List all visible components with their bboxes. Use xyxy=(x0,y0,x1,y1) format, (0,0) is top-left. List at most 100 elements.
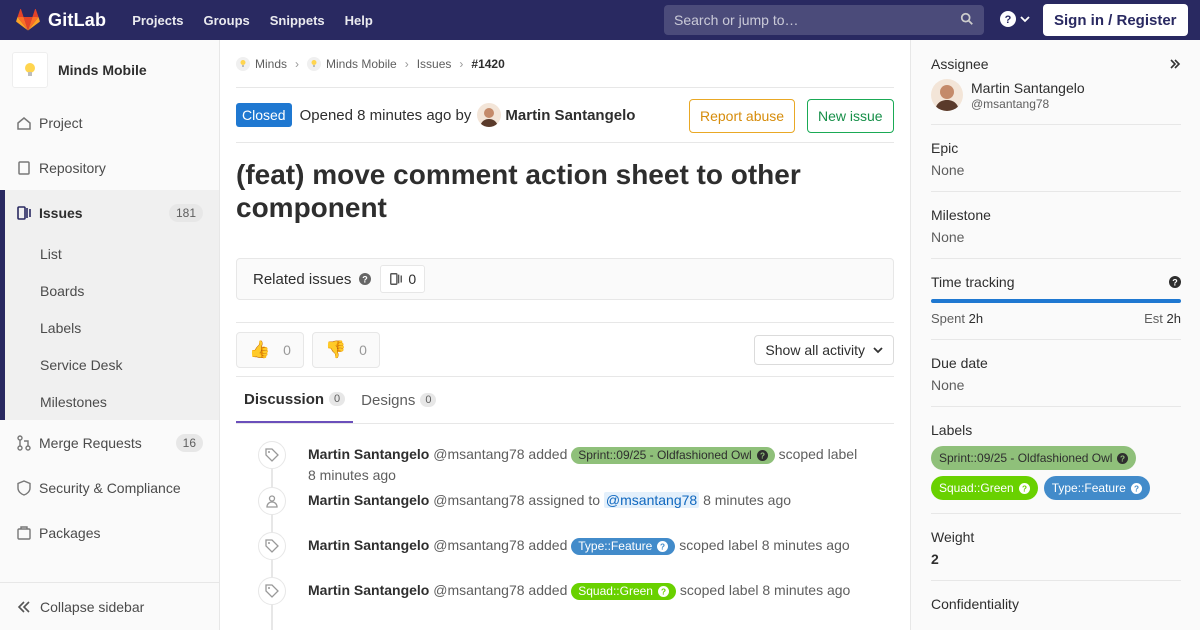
note-handle[interactable]: @msantang78 xyxy=(433,582,524,598)
gitlab-logo[interactable]: GitLab xyxy=(16,9,106,31)
double-chevron-right-icon[interactable] xyxy=(1169,58,1181,70)
tag-icon xyxy=(258,577,286,605)
breadcrumb-issues[interactable]: Issues xyxy=(417,57,452,71)
merge-icon xyxy=(17,434,31,451)
breadcrumb-minds-mobile[interactable]: Minds Mobile xyxy=(307,56,397,71)
svg-text:?: ? xyxy=(1134,484,1139,493)
subnav-boards[interactable]: Boards xyxy=(5,272,219,309)
labels-block: Labels Sprint::09/25 - Oldfashioned Owl … xyxy=(931,407,1181,514)
svg-text:?: ? xyxy=(1120,454,1125,463)
thumbs-down-icon: 👎 xyxy=(324,339,347,359)
note-time: 8 minutes ago xyxy=(762,582,851,598)
assignee-handle: @msantang78 xyxy=(971,96,1050,111)
due-date-value: None xyxy=(931,377,965,393)
sign-in-button[interactable]: Sign in / Register xyxy=(1043,4,1188,36)
issues-subnav: List Boards Labels Service Desk Mileston… xyxy=(0,235,219,420)
brand-name: GitLab xyxy=(48,9,107,30)
thumbs-up-button[interactable]: 👍 0 xyxy=(236,331,304,368)
project-avatar xyxy=(12,52,48,88)
tab-count: 0 xyxy=(329,392,346,406)
tab-designs[interactable]: Designs 0 xyxy=(353,377,444,423)
report-abuse-button[interactable]: Report abuse xyxy=(689,99,796,133)
label-text: Squad::Green xyxy=(939,481,1014,495)
thumbs-down-button[interactable]: 👎 0 xyxy=(311,331,380,368)
related-issues-count[interactable]: 0 xyxy=(380,265,426,293)
user-mention[interactable]: @msantang78 xyxy=(603,492,700,508)
note-author[interactable]: Martin Santangelo xyxy=(308,492,429,508)
sidebar-item-merge-requests[interactable]: Merge Requests 16 xyxy=(0,420,219,465)
note-suffix: scoped label xyxy=(778,446,858,462)
sidebar-item-project[interactable]: Project xyxy=(0,100,219,145)
gitlab-tanuki-icon xyxy=(16,9,40,31)
nav-snippets[interactable]: Snippets xyxy=(270,13,325,28)
sidebar-item-security[interactable]: Security & Compliance xyxy=(0,465,219,510)
subnav-service-desk[interactable]: Service Desk xyxy=(5,346,219,383)
label-type-feature[interactable]: Type::Feature ? xyxy=(1043,476,1150,500)
note-handle[interactable]: @msantang78 xyxy=(433,537,524,553)
note-author[interactable]: Martin Santangelo xyxy=(308,537,429,553)
discussion-timeline: Martin Santangelo @msantang78 added Spri… xyxy=(236,424,894,630)
note-author[interactable]: Martin Santangelo xyxy=(308,582,429,598)
note-handle[interactable]: @msantang78 xyxy=(433,446,524,462)
search-input[interactable] xyxy=(674,12,944,28)
label-sprint[interactable]: Sprint::09/25 - Oldfashioned Owl ? xyxy=(931,446,1137,470)
breadcrumb-separator: › xyxy=(404,56,409,71)
label-text: Sprint::09/25 - Oldfashioned Owl xyxy=(578,447,752,462)
list-item: Martin Santangelo @msantang78 added Squa… xyxy=(236,577,894,625)
assignee-user[interactable]: Martin Santangelo @msantang78 xyxy=(931,79,1181,111)
tab-discussion[interactable]: Discussion 0 xyxy=(236,377,354,423)
avatar xyxy=(931,79,963,111)
collapse-sidebar-button[interactable]: Collapse sidebar xyxy=(0,582,219,630)
tag-icon xyxy=(258,441,286,469)
double-chevron-left-icon xyxy=(17,600,30,613)
note-handle[interactable]: @msantang78 xyxy=(433,492,524,508)
tab-label: Designs xyxy=(361,391,416,409)
project-header[interactable]: Minds Mobile xyxy=(0,40,219,100)
search-icon[interactable] xyxy=(960,12,974,26)
labels-title: Labels xyxy=(931,422,973,438)
weight-title: Weight xyxy=(931,529,975,545)
label-sprint[interactable]: Sprint::09/25 - Oldfashioned Owl ? xyxy=(571,446,775,464)
sidebar-item-label: Issues xyxy=(39,204,83,221)
question-icon[interactable]: ? xyxy=(359,273,372,285)
sidebar-item-repository[interactable]: Repository xyxy=(0,145,219,190)
related-issues-title: Related issues xyxy=(253,270,352,288)
question-icon: ? xyxy=(756,449,768,461)
note-author[interactable]: Martin Santangelo xyxy=(308,446,429,462)
subnav-milestones[interactable]: Milestones xyxy=(5,383,219,420)
question-icon: ? xyxy=(1000,11,1016,27)
label-squad-green[interactable]: Squad::Green ? xyxy=(931,476,1038,500)
breadcrumb-label: Minds xyxy=(255,56,288,71)
nav-help[interactable]: Help xyxy=(345,13,373,28)
sidebar-item-packages[interactable]: Packages xyxy=(0,510,219,555)
avatar[interactable] xyxy=(477,103,502,127)
help-dropdown[interactable]: ? xyxy=(1000,11,1030,27)
activity-filter-dropdown[interactable]: Show all activity xyxy=(754,335,894,365)
tag-icon xyxy=(258,532,286,560)
assignee-title-row: Assignee xyxy=(931,56,1181,72)
est-value: 2h xyxy=(1166,311,1181,326)
subnav-labels[interactable]: Labels xyxy=(5,309,219,346)
chevron-down-icon xyxy=(873,347,883,354)
breadcrumb-separator: › xyxy=(459,56,464,71)
label-squad-green[interactable]: Squad::Green ? xyxy=(571,582,676,600)
issue-header: Closed Opened 8 minutes ago by Martin Sa… xyxy=(236,88,894,143)
breadcrumb-minds[interactable]: Minds xyxy=(236,56,288,71)
list-item: Martin Santangelo @msantang78 assigned t… xyxy=(236,487,894,535)
assignee-block: Assignee Martin Santangelo @msantang78 xyxy=(931,40,1181,125)
sidebar-item-issues[interactable]: Issues 181 xyxy=(0,190,219,235)
breadcrumb: Minds › Minds Mobile › Issues › #1420 xyxy=(236,40,894,88)
note-time: 8 minutes ago xyxy=(308,467,396,483)
subnav-list[interactable]: List xyxy=(5,235,219,272)
author-link[interactable]: Martin Santangelo xyxy=(505,107,635,124)
breadcrumb-issue-number[interactable]: #1420 xyxy=(471,57,504,71)
question-icon[interactable]: ? xyxy=(1169,276,1181,288)
label-type-feature[interactable]: Type::Feature ? xyxy=(571,537,676,555)
new-issue-button[interactable]: New issue xyxy=(807,99,894,133)
nav-groups[interactable]: Groups xyxy=(204,13,250,28)
svg-text:?: ? xyxy=(1005,14,1012,26)
nav-projects[interactable]: Projects xyxy=(132,13,183,28)
spent-label: Spent xyxy=(931,311,965,326)
weight-block: Weight 2 xyxy=(931,514,1181,581)
list-item: Martin Santangelo @msantang78 added Type… xyxy=(236,532,894,580)
